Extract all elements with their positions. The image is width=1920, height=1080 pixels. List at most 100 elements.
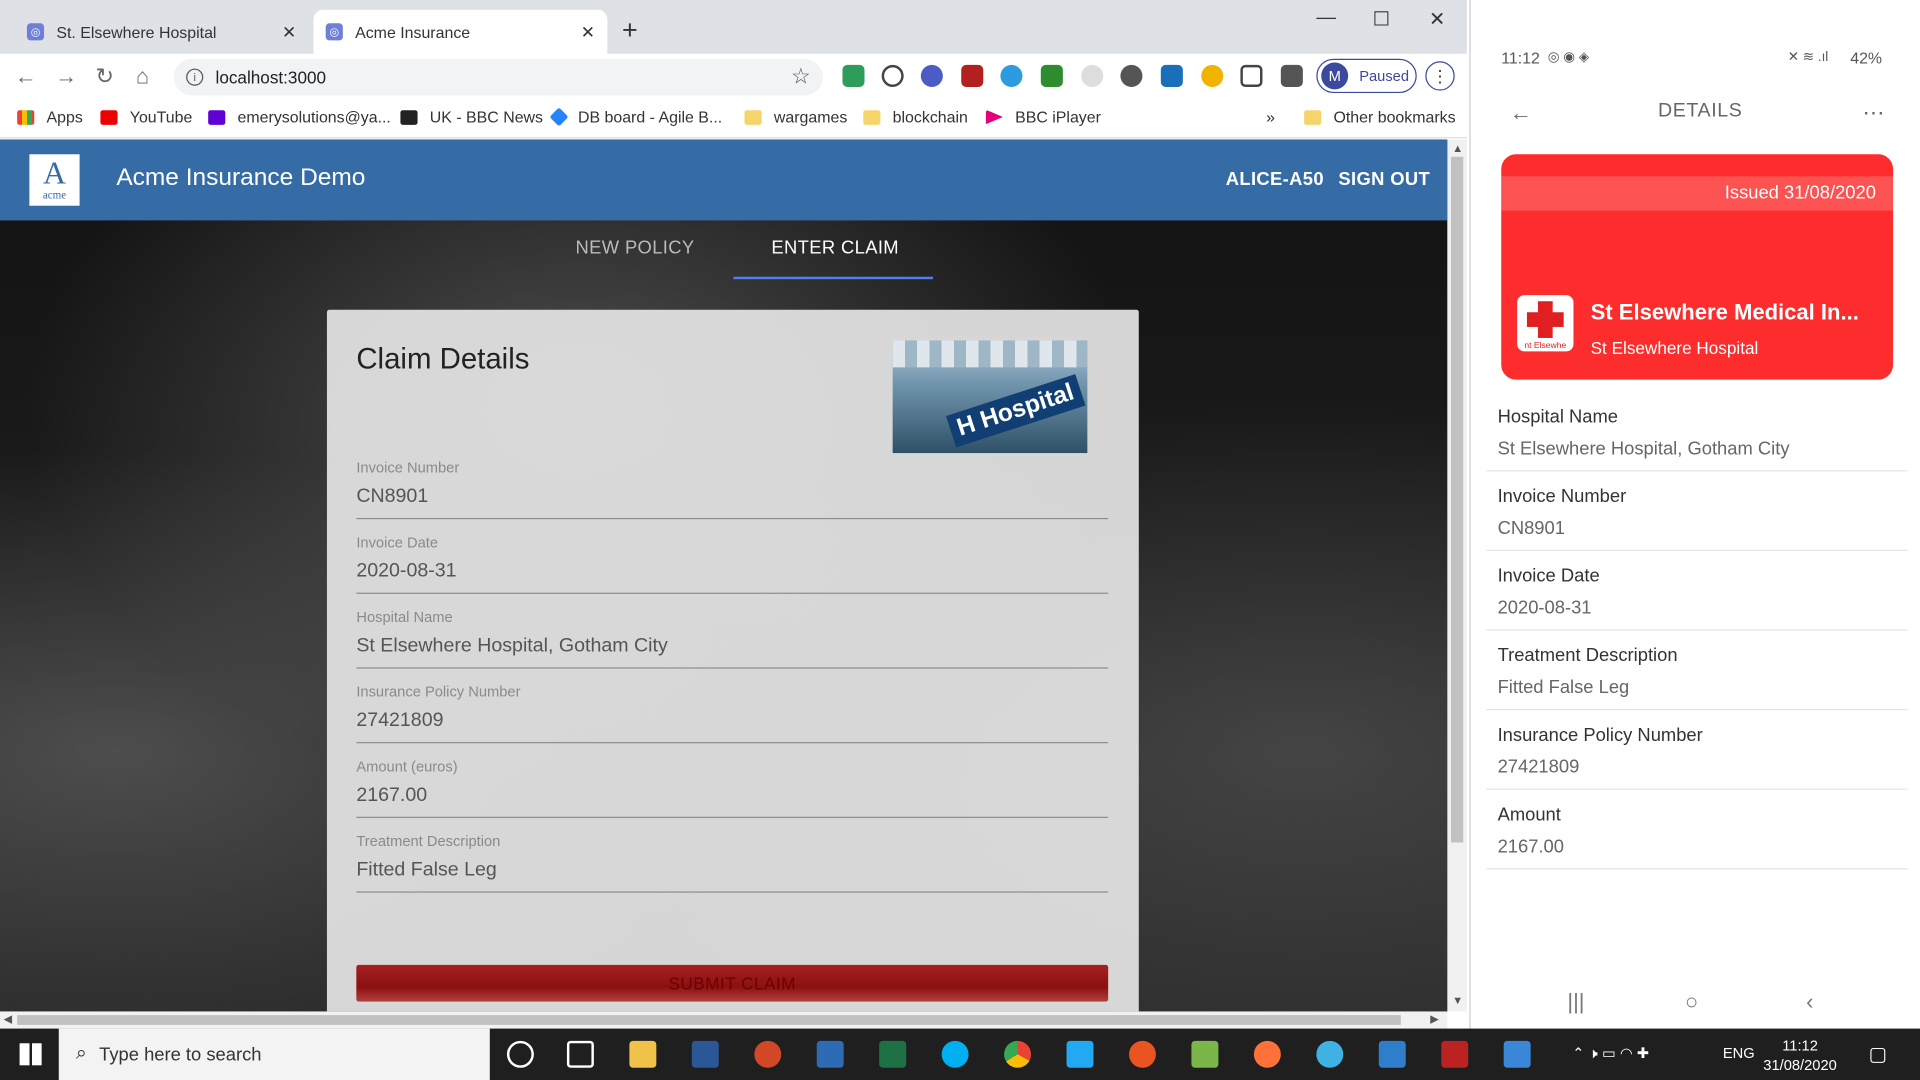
profile-button[interactable]: M Paused — [1316, 58, 1417, 94]
bookmark-apps[interactable]: Apps — [17, 108, 83, 126]
extension-icon[interactable] — [881, 64, 904, 87]
scroll-left-icon[interactable]: ◀ — [4, 1013, 12, 1026]
url-text: localhost:3000 — [215, 67, 327, 87]
extension-icon[interactable] — [1120, 64, 1143, 87]
close-tab-icon[interactable]: ✕ — [581, 21, 595, 42]
scroll-down-icon[interactable]: ▼ — [1452, 994, 1463, 1006]
chrome-icon[interactable] — [1004, 1040, 1032, 1068]
ubuntu-icon[interactable] — [1128, 1040, 1156, 1068]
bookmark-yahoo-mail[interactable]: emerysolutions@ya... — [208, 108, 391, 126]
submit-claim-button[interactable]: SUBMIT CLAIM — [356, 964, 1109, 1002]
forward-icon[interactable]: → — [55, 64, 77, 90]
bookmark-star-icon[interactable]: ☆ — [791, 64, 811, 90]
bookmark-folder-wargames[interactable]: wargames — [744, 108, 847, 126]
bookmark-label: Apps — [46, 107, 83, 127]
app-icon[interactable] — [1191, 1040, 1219, 1068]
field-value[interactable]: CN8901 — [356, 486, 1108, 518]
invoice-date-field[interactable]: Invoice Date 2020-08-31 — [356, 534, 1109, 594]
extension-icon[interactable] — [1081, 64, 1104, 87]
sign-out-button[interactable]: SIGN OUT — [1338, 169, 1430, 190]
taskbar-search[interactable]: ⌕ Type here to search — [58, 1028, 490, 1080]
detail-row: Hospital Name St Elsewhere Hospital, Goth… — [1486, 392, 1908, 472]
invoice-number-field[interactable]: Invoice Number CN8901 — [356, 459, 1109, 520]
bookmarks-overflow-button[interactable]: » — [1266, 108, 1275, 126]
vertical-scrollbar[interactable]: ▲ ▼ — [1447, 139, 1467, 1012]
maximize-icon[interactable]: ☐ — [1373, 7, 1391, 31]
phone-home-icon[interactable]: ○ — [1685, 989, 1698, 1015]
app-icon[interactable] — [1441, 1040, 1469, 1068]
tray-icons[interactable]: ⌃ 🕨 ▭ ◠ ✚ — [1572, 1044, 1649, 1062]
tab-enter-claim[interactable]: ENTER CLAIM — [771, 238, 899, 259]
minimize-icon[interactable]: — — [1316, 7, 1336, 29]
extension-icon[interactable] — [1160, 64, 1183, 87]
docker-icon[interactable] — [1316, 1040, 1344, 1068]
reload-icon[interactable]: ↻ — [96, 64, 114, 90]
word-icon[interactable] — [691, 1040, 719, 1068]
pdf-extension-icon[interactable] — [961, 64, 984, 87]
field-value[interactable]: 2167.00 — [356, 785, 1108, 817]
scrollbar-thumb[interactable] — [1451, 156, 1464, 843]
extension-icon[interactable] — [1000, 64, 1023, 87]
address-bar[interactable]: i localhost:3000 — [173, 58, 823, 96]
window-close-icon[interactable]: ✕ — [1429, 7, 1445, 31]
close-tab-icon[interactable]: ✕ — [282, 21, 296, 42]
field-value[interactable]: 2020-08-31 — [356, 561, 1108, 593]
bookmark-bbc-iplayer[interactable]: BBC iPlayer — [985, 108, 1101, 126]
treatment-description-field[interactable]: Treatment Description Fitted False Leg — [356, 833, 1109, 893]
browser-menu-icon[interactable]: ⋮ — [1425, 61, 1455, 91]
extension-icon[interactable] — [920, 64, 943, 87]
extensions-puzzle-icon[interactable] — [1280, 64, 1303, 87]
notifications-icon[interactable]: ▢ — [1869, 1042, 1888, 1066]
vscode-icon[interactable] — [1066, 1040, 1094, 1068]
more-options-icon[interactable]: ⋯ — [1862, 100, 1885, 126]
bookmark-db-board[interactable]: DB board - Agile B... — [549, 107, 722, 127]
language-indicator[interactable]: ENG — [1723, 1044, 1755, 1061]
policy-number-field[interactable]: Insurance Policy Number 27421809 — [356, 683, 1109, 744]
skype-icon[interactable] — [941, 1040, 969, 1068]
scroll-right-icon[interactable]: ▶ — [1430, 1013, 1438, 1026]
file-explorer-icon[interactable] — [629, 1040, 657, 1068]
cors-extension-icon[interactable] — [1040, 64, 1063, 87]
hospital-name-field[interactable]: Hospital Name St Elsewhere Hospital, Got… — [356, 609, 1109, 669]
field-value[interactable]: 27421809 — [356, 710, 1108, 742]
windows-start-icon[interactable] — [19, 1043, 42, 1066]
credential-card[interactable]: Issued 31/08/2020 nt Elsewhe St Elsewher… — [1501, 154, 1894, 380]
firefox-icon[interactable] — [1253, 1040, 1281, 1068]
recent-apps-icon[interactable]: ||| — [1567, 989, 1584, 1015]
field-value[interactable]: Fitted False Leg — [356, 860, 1108, 892]
phone-back-icon[interactable]: ← — [1510, 100, 1533, 126]
field-value[interactable]: St Elsewhere Hospital, Gotham City — [356, 636, 1108, 668]
detail-label: Invoice Date — [1497, 565, 1600, 587]
task-view-icon[interactable] — [566, 1040, 594, 1068]
user-button[interactable]: ALICE-A50 — [1226, 169, 1324, 190]
scroll-up-icon[interactable]: ▲ — [1452, 142, 1463, 154]
horizontal-scrollbar[interactable]: ◀ ▶ — [0, 1011, 1448, 1029]
amount-field[interactable]: Amount (euros) 2167.00 — [356, 758, 1109, 818]
phone-nav-back-icon[interactable]: ‹ — [1806, 989, 1813, 1015]
powerpoint-icon[interactable] — [754, 1040, 782, 1068]
detail-value: 2167.00 — [1497, 836, 1564, 858]
powershell-icon[interactable] — [816, 1040, 844, 1068]
tab-new-policy[interactable]: NEW POLICY — [576, 238, 695, 259]
scrollbar-thumb[interactable] — [17, 1015, 1401, 1025]
bookmark-youtube[interactable]: YouTube — [100, 108, 192, 126]
pocket-icon[interactable] — [1240, 64, 1263, 87]
back-icon[interactable]: ← — [15, 64, 37, 90]
browser-tab-acme[interactable]: ◎ Acme Insurance ✕ — [313, 9, 608, 54]
taskbar-clock[interactable]: 11:12 31/08/2020 — [1763, 1036, 1837, 1075]
bookmark-folder-other[interactable]: Other bookmarks — [1304, 108, 1456, 126]
excel-icon[interactable] — [879, 1040, 907, 1068]
extension-icon[interactable] — [1201, 64, 1224, 87]
cortana-icon[interactable] — [506, 1040, 534, 1068]
bookmark-bbc-news[interactable]: UK - BBC News — [400, 108, 543, 126]
detail-row: Invoice Date 2020-08-31 — [1486, 551, 1908, 631]
photos-icon[interactable] — [1503, 1040, 1531, 1068]
home-icon[interactable]: ⌂ — [136, 64, 149, 90]
bookmark-label: UK - BBC News — [429, 107, 544, 127]
remote-desktop-icon[interactable] — [1378, 1040, 1406, 1068]
bookmark-folder-blockchain[interactable]: blockchain — [863, 108, 968, 126]
site-info-icon[interactable]: i — [186, 68, 204, 86]
browser-tab-st-elsewhere[interactable]: ◎ St. Elsewhere Hospital ✕ — [15, 10, 309, 54]
extension-icon[interactable] — [842, 64, 865, 87]
new-tab-button[interactable]: + — [622, 15, 638, 47]
